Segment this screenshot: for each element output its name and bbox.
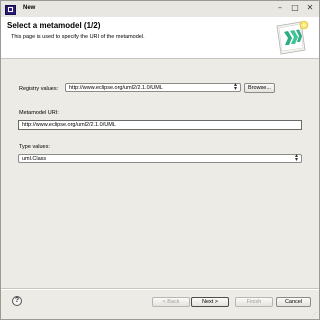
maximize-button[interactable]: □ — [288, 2, 302, 14]
next-button[interactable]: Next > — [191, 297, 229, 307]
registry-values-select[interactable]: http://www.eclipse.org/uml2/2.1.0/UML ▴ ▾ — [65, 82, 241, 92]
type-values-select[interactable]: uml.Class ▴ ▾ — [18, 153, 302, 163]
minimize-button[interactable]: – — [273, 2, 287, 14]
help-icon[interactable]: ? — [12, 296, 22, 306]
cancel-button[interactable]: Cancel — [276, 297, 311, 307]
eclipse-app-icon — [5, 5, 16, 15]
wizard-banner: Select a metamodel (1/2) This page is us… — [1, 17, 319, 59]
title-bar[interactable]: New – □ ✕ — [1, 1, 319, 17]
finish-button[interactable]: Finish — [235, 297, 273, 307]
metamodel-uri-input[interactable]: http://www.eclipse.org/uml2/2.1.0/UML — [18, 120, 302, 130]
type-values-label: Type values: — [19, 144, 50, 150]
page-title: Select a metamodel (1/2) — [7, 21, 101, 30]
metamodel-uri-label: Metamodel URI: — [19, 110, 59, 116]
window-title: New — [23, 5, 36, 11]
select-arrows-icon: ▴ ▾ — [233, 82, 237, 92]
browse-button[interactable]: Browse... — [244, 83, 275, 93]
close-button[interactable]: ✕ — [303, 2, 317, 14]
page-description: This page is used to specify the URI of … — [11, 34, 145, 40]
wizard-window: New – □ ✕ Select a metamodel (1/2) This … — [0, 0, 320, 320]
type-values-value: uml.Class — [22, 156, 47, 162]
resize-grip-icon[interactable]: ⋰ — [312, 312, 318, 318]
footer-separator — [1, 288, 319, 290]
registry-values-label: Registry values: — [19, 86, 59, 92]
wizard-banner-icon — [276, 20, 309, 55]
select-arrows-icon: ▴ ▾ — [294, 153, 298, 163]
back-button[interactable]: < Back — [152, 297, 190, 307]
registry-values-value: http://www.eclipse.org/uml2/2.1.0/UML — [69, 85, 163, 91]
